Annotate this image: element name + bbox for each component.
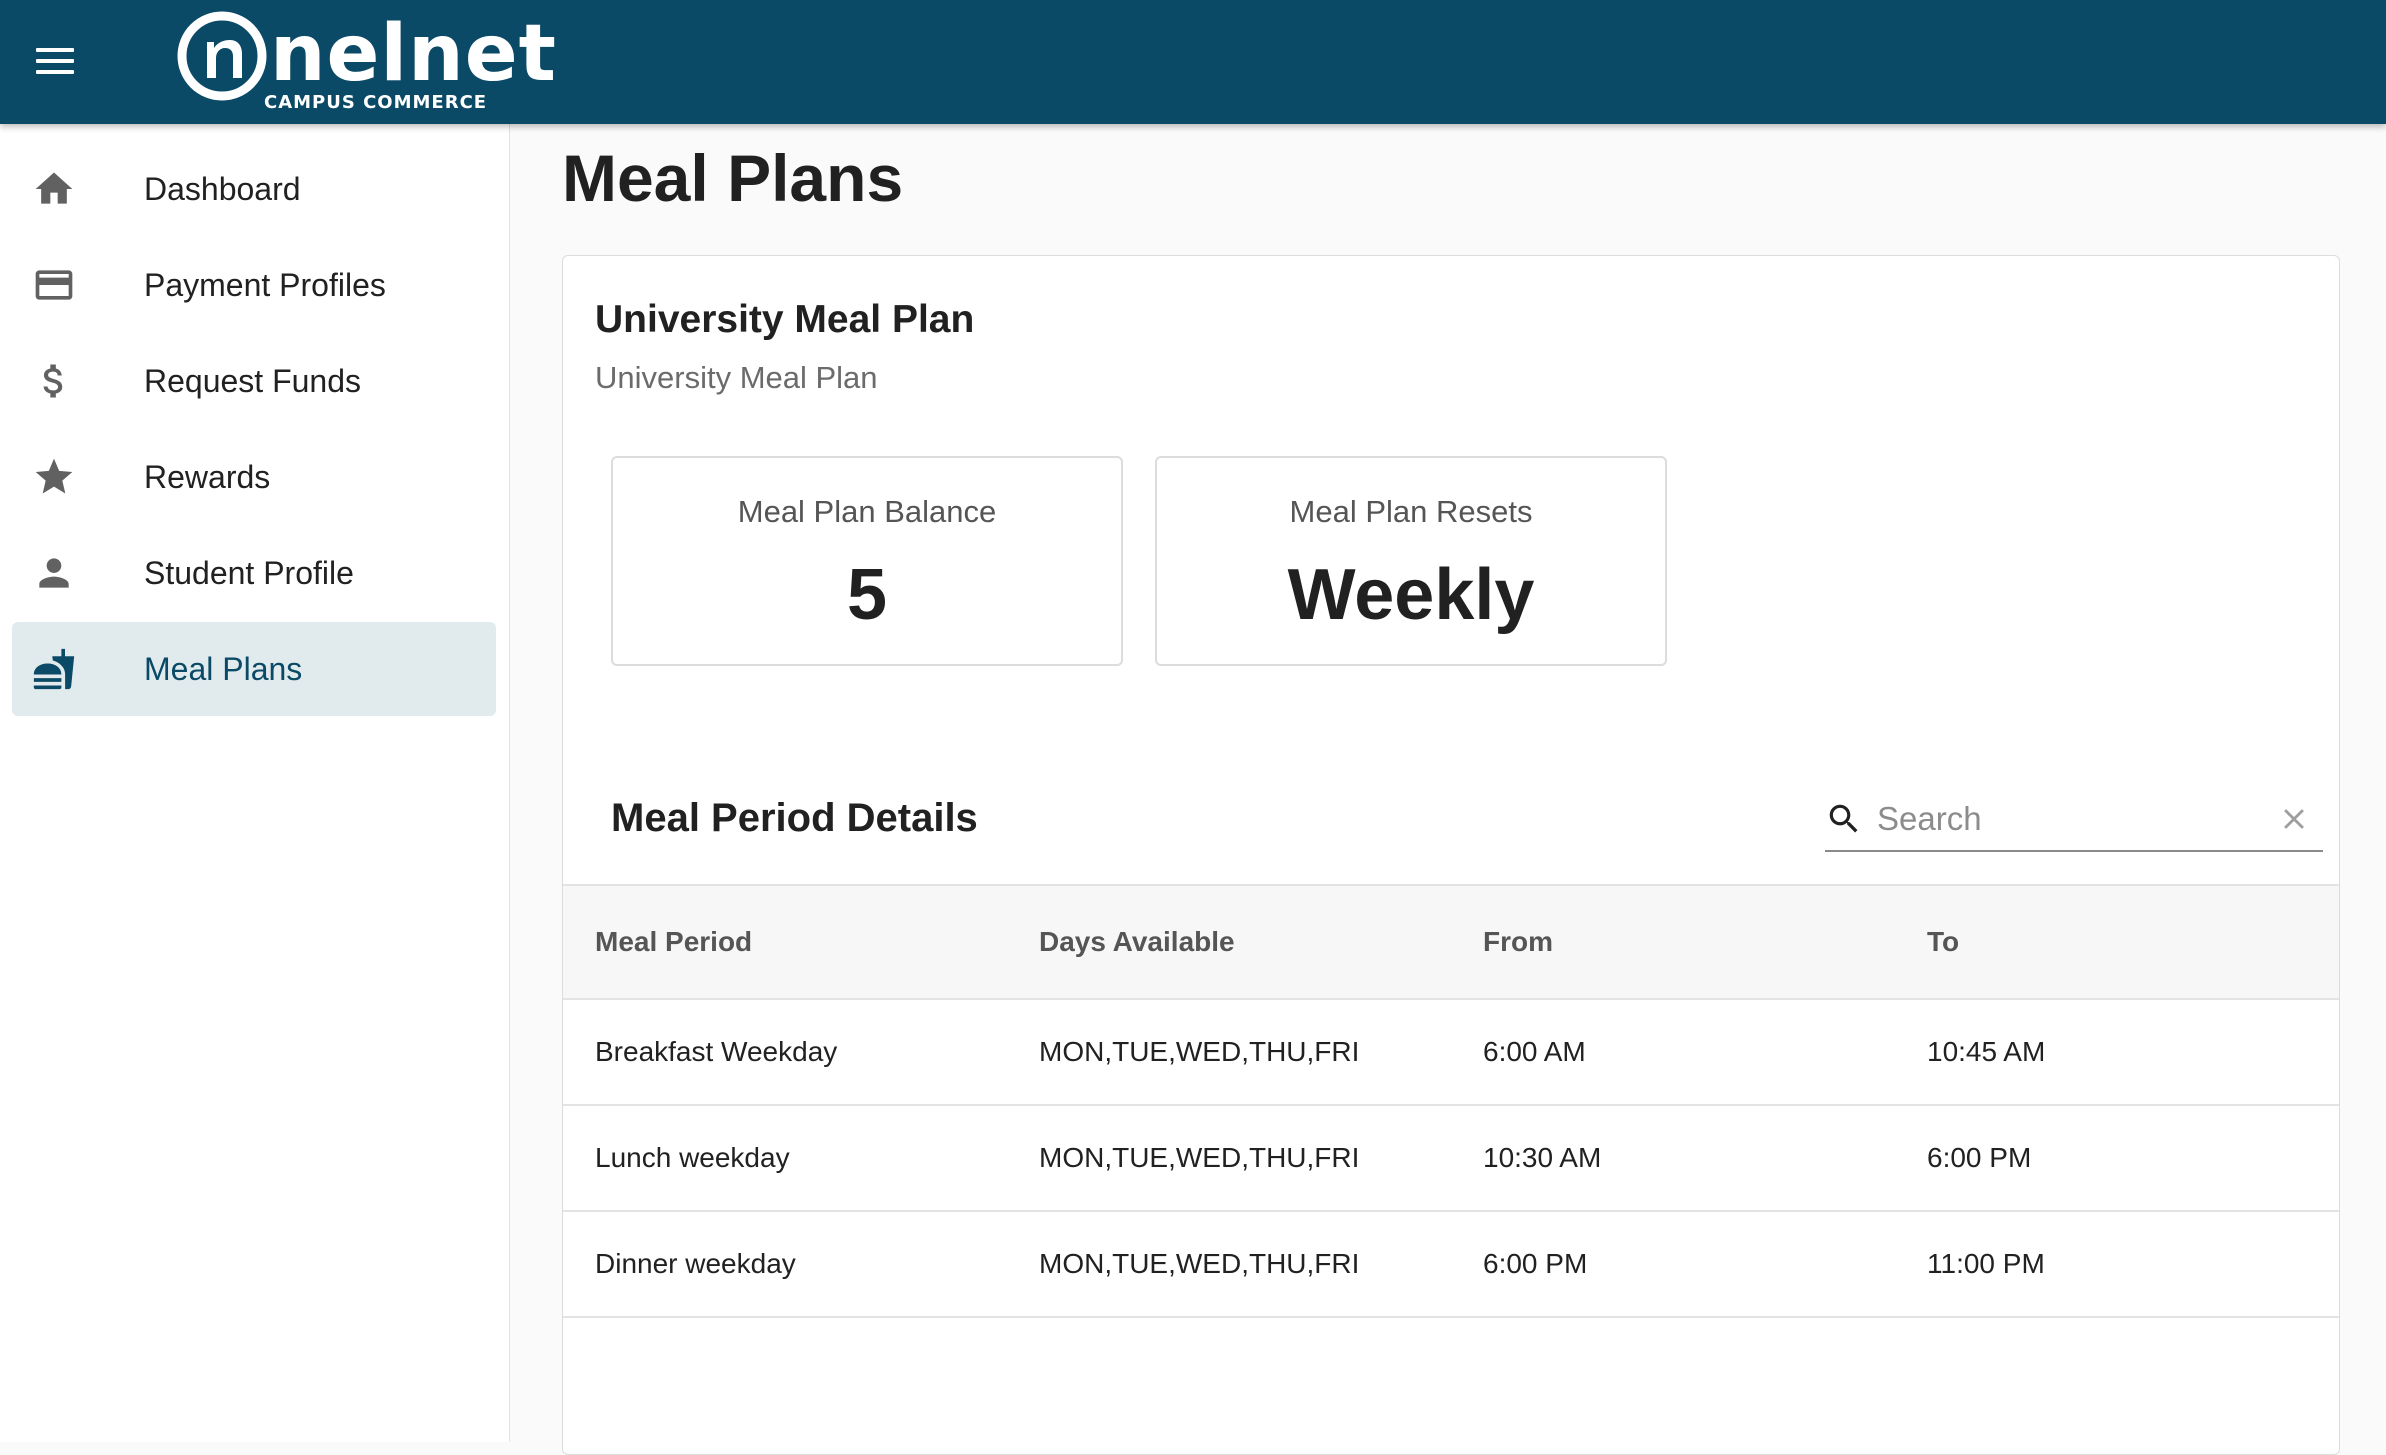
sidebar-item-request-funds[interactable]: Request Funds [12,334,496,428]
logo-wordmark: nelnet [270,9,557,99]
dollar-icon [43,364,63,398]
logo-subtitle: CAMPUS COMMERCE [264,92,488,113]
column-header-to[interactable]: To [1927,886,1959,998]
sidebar-item-label: Rewards [144,459,271,495]
close-icon[interactable] [2277,802,2311,836]
top-app-bar: nelnet CAMPUS COMMERCE [0,0,2386,124]
resets-value: Weekly [1287,555,1535,635]
table-row[interactable]: Dinner weekday MON,TUE,WED,THU,FRI 6:00 … [563,1212,2339,1318]
balance-stat-box: Meal Plan Balance 5 [611,456,1123,666]
sidebar-item-label: Payment Profiles [144,267,386,303]
fastfood-icon [33,648,75,690]
table-row[interactable]: Breakfast Weekday MON,TUE,WED,THU,FRI 6:… [563,1000,2339,1106]
sidebar-item-label: Request Funds [144,363,362,399]
to-cell: 11:00 PM [1927,1248,2045,1279]
sidebar-item-payment-profiles[interactable]: Payment Profiles [12,238,496,332]
search-icon [1829,804,1858,833]
nelnet-logo-mark [177,11,267,101]
sidebar-item-student-profile[interactable]: Student Profile [12,526,496,620]
meal-period-cell: Dinner weekday [595,1248,796,1279]
person-icon [39,558,69,588]
days-available-cell: MON,TUE,WED,THU,FRI [1039,1036,1360,1067]
sidebar-item-rewards[interactable]: Rewards [12,430,496,524]
plan-subtitle: University Meal Plan [595,360,878,395]
balance-value: 5 [846,555,888,635]
search-input[interactable] [1877,794,2257,844]
to-cell: 6:00 PM [1927,1142,2032,1173]
sidebar-nav: Dashboard Payment Profiles Request Funds… [0,124,510,1442]
meal-period-cell: Breakfast Weekday [595,1036,838,1067]
from-cell: 6:00 PM [1483,1248,1588,1279]
from-cell: 10:30 AM [1483,1142,1602,1173]
resets-label: Meal Plan Resets [1289,494,1533,529]
credit-card-icon [35,270,73,300]
to-cell: 10:45 AM [1927,1036,2046,1067]
from-cell: 6:00 AM [1483,1036,1586,1067]
days-available-cell: MON,TUE,WED,THU,FRI [1039,1248,1360,1279]
meal-period-table: Meal Period Days Available From To Break… [563,884,2339,1318]
table-row[interactable]: Lunch weekday MON,TUE,WED,THU,FRI 10:30 … [563,1106,2339,1212]
sidebar-item-label: Meal Plans [144,651,303,687]
hamburger-menu-icon[interactable] [36,46,76,76]
days-available-cell: MON,TUE,WED,THU,FRI [1039,1142,1360,1173]
sidebar-item-meal-plans[interactable]: Meal Plans [12,622,496,716]
star-icon [35,458,73,494]
nelnet-logo[interactable]: nelnet CAMPUS COMMERCE [174,8,556,116]
home-icon [35,172,73,204]
resets-stat-box: Meal Plan Resets Weekly [1155,456,1667,666]
meal-plan-card: University Meal Plan University Meal Pla… [562,255,2340,1455]
column-header-from[interactable]: From [1483,886,1553,998]
search-field[interactable] [1825,786,2323,852]
sidebar-item-dashboard[interactable]: Dashboard [12,142,496,236]
sidebar-item-label: Dashboard [144,171,301,207]
column-header-meal-period[interactable]: Meal Period [595,886,752,998]
meal-period-details-title: Meal Period Details [611,796,978,840]
page-title: Meal Plans [562,141,904,215]
balance-label: Meal Plan Balance [737,494,997,529]
column-header-days-available[interactable]: Days Available [1039,886,1235,998]
meal-period-cell: Lunch weekday [595,1142,790,1173]
plan-title: University Meal Plan [595,298,975,341]
table-header-row: Meal Period Days Available From To [563,884,2339,1000]
sidebar-item-label: Student Profile [144,555,354,591]
